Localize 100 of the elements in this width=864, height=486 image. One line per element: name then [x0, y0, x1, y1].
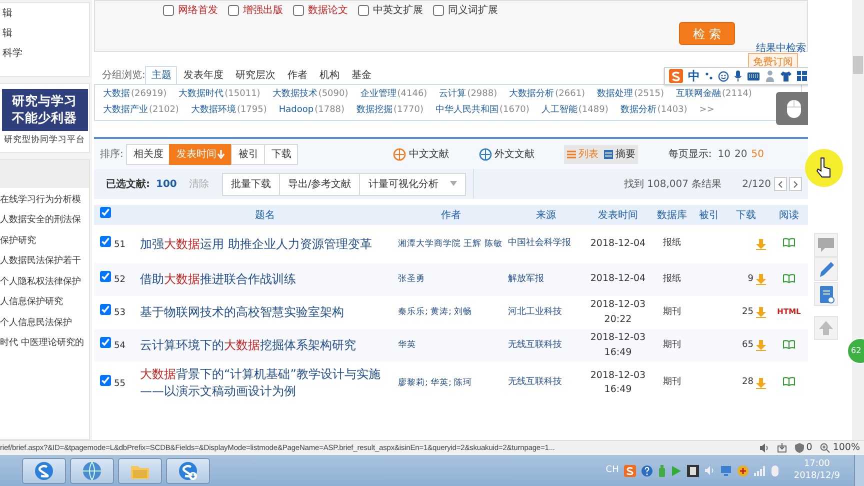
per-page-option[interactable]: 20 — [732, 146, 750, 162]
topic-link[interactable]: 大数据产业(2102) — [103, 104, 179, 117]
option-label: 数据论文 — [308, 4, 348, 18]
article-title-link[interactable]: 大数据背景下的“计算机基础”教学设计与实施——以演示文稿动画设计为例 — [140, 366, 394, 400]
download-count: 9 — [748, 272, 754, 286]
promo-banner[interactable]: 研究与学习 不能少利器 — [2, 89, 88, 131]
option-label: 增强出版 — [243, 4, 283, 18]
download-count: 28 — [742, 376, 754, 390]
action-button[interactable]: 批量下载 — [222, 172, 280, 196]
time-text: 20:22 — [604, 312, 632, 326]
per-page-option[interactable]: 10 — [716, 146, 733, 162]
sidebar-link[interactable]: 人信息保护研究 — [0, 296, 89, 310]
dropdown-button[interactable]: 计量可视化分析 — [359, 172, 466, 196]
blocked-count: 0 — [806, 440, 812, 455]
date-text: 2018-12-04 — [590, 272, 646, 286]
clock-date: 2018/12/9 — [794, 470, 840, 482]
column-header[interactable]: 下载 — [724, 205, 768, 225]
clock-time: 17:00 — [804, 459, 830, 470]
sidebar-link[interactable]: 辑 — [2, 26, 86, 40]
topic-link[interactable]: 大数据分析(2661) — [509, 88, 586, 102]
option-label: 中英文扩展 — [373, 4, 423, 18]
date-text: 2018-12-04 — [590, 236, 646, 251]
result-count: 找到 108,007 条结果 — [624, 178, 722, 192]
topic-link[interactable]: 数据分析(1403) — [620, 104, 688, 117]
sort-option[interactable]: 被引 — [231, 144, 266, 164]
selected-count: 100 — [156, 178, 177, 192]
column-header[interactable]: 数据库 — [650, 205, 694, 225]
sidebar-link[interactable]: 科学 — [2, 46, 86, 60]
source-link[interactable]: 河北工业科技 — [508, 306, 584, 320]
author-text[interactable]: 廖黎莉; 华英; 陈珂 — [398, 376, 504, 390]
topic-link[interactable]: 中华人民共和国(1670) — [435, 104, 530, 117]
topic-link[interactable]: 大数据时代(15011) — [178, 88, 260, 102]
date-text: 2018-12-03 — [590, 331, 646, 346]
language-filter-link[interactable]: 外文文献 — [478, 146, 534, 162]
column-header[interactable]: 题名 — [134, 205, 396, 225]
column-header[interactable]: 作者 — [396, 205, 506, 225]
group-browse-label: 分组浏览: — [102, 68, 146, 82]
topic-link[interactable]: 大数据技术(5090) — [272, 88, 348, 102]
selected-label: 已选文献: — [106, 178, 150, 192]
more-link[interactable]: >> — [699, 104, 714, 117]
column-header[interactable]: 来源 — [506, 205, 586, 225]
group-tab[interactable]: 研究层次 — [229, 66, 282, 84]
column-header[interactable]: 发表时间 — [586, 205, 650, 225]
download-count: 65 — [742, 338, 754, 352]
refine-search-link[interactable]: 结果中检索 — [756, 41, 806, 56]
topic-link[interactable]: 大数据(26919) — [103, 88, 167, 102]
topic-link[interactable]: 互联网金融(2114) — [676, 88, 752, 102]
action-button[interactable]: 导出/参考文献 — [278, 172, 360, 196]
per-page-label: 每页显示: — [668, 148, 712, 162]
banner-caption: 研究型协同学习平台 — [4, 134, 85, 146]
group-tab[interactable]: 主题 — [145, 66, 178, 84]
topic-link[interactable]: 企业管理(4146) — [360, 88, 428, 102]
row-number: 53 — [114, 308, 126, 318]
sidebar-link[interactable]: 人数据民法保护若干 — [0, 255, 89, 268]
topic-link[interactable]: Hadoop(1788) — [278, 104, 345, 117]
sidebar-link[interactable]: 个人隐私权法律保护 — [0, 276, 89, 289]
zoom-level: 100% — [832, 440, 860, 455]
sidebar-link[interactable]: 人数据安全的刑法保 — [0, 214, 89, 228]
option-label: 同义词扩展 — [448, 4, 498, 18]
group-tab[interactable]: 发表年度 — [177, 66, 230, 84]
row-number: 55 — [114, 378, 126, 389]
sidebar-link[interactable]: 在线学习行为分析模 — [0, 194, 89, 207]
database-text: 期刊 — [663, 377, 681, 388]
topic-link[interactable]: 人工智能(1489) — [541, 104, 608, 117]
sort-option[interactable]: 下载 — [264, 144, 298, 164]
group-tab[interactable]: 机构 — [313, 66, 346, 84]
time-text: 16:49 — [604, 383, 632, 397]
group-tab[interactable]: 基金 — [345, 66, 378, 84]
sidebar-link[interactable]: 保护研究 — [0, 234, 89, 248]
author-text[interactable]: 秦乐乐; 黄涛; 刘畅 — [398, 306, 504, 319]
date-text: 2018-12-03 — [590, 368, 646, 383]
row-number: 54 — [114, 341, 126, 352]
row-number: 51 — [114, 240, 126, 250]
date-text: 2018-12-03 — [590, 298, 646, 312]
sort-option[interactable]: 相关度 — [126, 144, 170, 164]
ime-mode[interactable]: 中 — [688, 67, 700, 85]
topic-link[interactable]: 数据处理(2515) — [597, 88, 664, 102]
badge-count: 62 — [851, 345, 862, 357]
group-tab[interactable]: 作者 — [281, 66, 314, 84]
author-text[interactable]: 湘潭大学商学院 王辉 陈敏 — [398, 238, 504, 250]
topic-link[interactable]: 数据挖掘(1770) — [356, 104, 424, 117]
sidebar-link[interactable]: 个人信息民法保护 — [0, 316, 89, 330]
sort-label: 排序: — [100, 148, 124, 162]
column-header[interactable]: 阅读 — [768, 205, 810, 225]
source-link[interactable]: 中国社会科学报 — [508, 237, 584, 251]
topic-link[interactable]: 大数据环境(1795) — [190, 104, 267, 117]
language-filter-link[interactable]: 中文文献 — [393, 146, 449, 162]
topic-link[interactable]: 云计算(2988) — [439, 88, 498, 102]
database-text: 期刊 — [663, 340, 681, 350]
option-label: 网络首发 — [178, 4, 218, 18]
sidebar-link[interactable]: 辑 — [2, 6, 86, 20]
column-header[interactable]: 被引 — [694, 205, 724, 225]
banner-text: 不能少利器 — [12, 110, 77, 127]
database-text: 期刊 — [663, 306, 681, 317]
row-number: 52 — [114, 275, 126, 286]
view-toggle[interactable]: 摘要 — [601, 144, 638, 164]
article-title-link[interactable]: 基于物联网技术的高校智慧实验室架构 — [140, 304, 394, 321]
source-link[interactable]: 无线互联科技 — [508, 376, 584, 390]
sidebar-link[interactable]: 时代 中医理论研究的 — [0, 337, 89, 350]
article-title-link[interactable]: 加强大数据运用 助推企业人力资源管理变革 — [140, 236, 394, 252]
